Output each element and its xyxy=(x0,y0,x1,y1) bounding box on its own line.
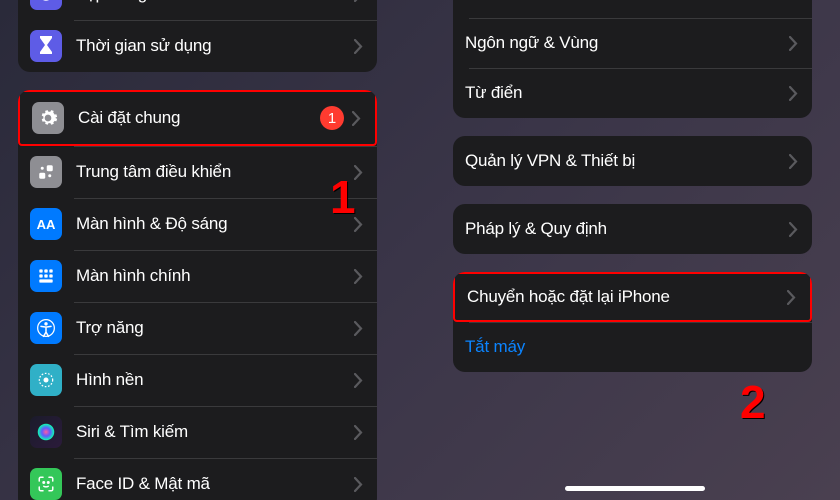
chevron-right-icon xyxy=(354,39,363,54)
row-label: Màn hình & Độ sáng xyxy=(76,214,354,234)
accessibility-icon xyxy=(30,312,62,344)
row-label: Quản lý VPN & Thiết bị xyxy=(465,151,789,171)
chevron-right-icon xyxy=(354,425,363,440)
row-label: Thời gian sử dụng xyxy=(76,36,354,56)
chevron-right-icon xyxy=(354,217,363,232)
focus-icon xyxy=(30,0,62,10)
chevron-right-icon xyxy=(789,154,798,169)
row-man-hinh-chinh[interactable]: Màn hình chính xyxy=(18,250,377,302)
row-tap-trung[interactable]: Tập trung xyxy=(18,0,377,20)
chevron-right-icon xyxy=(354,0,363,2)
display-brightness-icon: AA xyxy=(30,208,62,240)
group-reset: Chuyển hoặc đặt lại iPhone Tắt máy xyxy=(453,272,812,372)
row-trung-tam-dieu-khien[interactable]: Trung tâm điều khiển xyxy=(18,146,377,198)
chevron-right-icon xyxy=(354,165,363,180)
row-tat-may[interactable]: Tắt máy xyxy=(453,322,812,372)
face-id-icon xyxy=(30,468,62,500)
settings-group-general: Cài đặt chung 1 Trung tâm điều khiển AA … xyxy=(18,90,377,500)
row-ngon-ngu-vung[interactable]: Ngôn ngữ & Vùng xyxy=(453,18,812,68)
row-man-hinh-do-sang[interactable]: AA Màn hình & Độ sáng xyxy=(18,198,377,250)
settings-group-focus: Tập trung Thời gian sử dụng xyxy=(18,0,377,72)
row-label: Từ điển xyxy=(465,83,789,103)
chevron-right-icon xyxy=(789,222,798,237)
group-vpn: Quản lý VPN & Thiết bị xyxy=(453,136,812,186)
row-label: Trợ năng xyxy=(76,318,354,338)
row-label: Cài đặt chung xyxy=(78,108,320,128)
row-cai-dat-chung[interactable]: Cài đặt chung 1 xyxy=(18,90,377,146)
row-label: Face ID & Mật mã xyxy=(76,474,354,494)
chevron-right-icon xyxy=(352,111,361,126)
chevron-right-icon xyxy=(354,477,363,492)
row-label: Hình nền xyxy=(76,370,354,390)
row-tro-nang[interactable]: Trợ năng xyxy=(18,302,377,354)
row-chuyen-dat-lai-iphone[interactable]: Chuyển hoặc đặt lại iPhone xyxy=(453,272,812,322)
row-face-id-mat-ma[interactable]: Face ID & Mật mã xyxy=(18,458,377,500)
row-label: Siri & Tìm kiếm xyxy=(76,422,354,442)
group-legal: Pháp lý & Quy định xyxy=(453,204,812,254)
chevron-right-icon xyxy=(354,269,363,284)
row-label: Pháp lý & Quy định xyxy=(465,219,789,239)
home-indicator[interactable] xyxy=(565,486,705,491)
siri-icon xyxy=(30,416,62,448)
row-label: Màn hình chính xyxy=(76,266,354,286)
settings-root-panel: Tập trung Thời gian sử dụng Cài đặt chun… xyxy=(0,0,395,500)
chevron-right-icon xyxy=(789,86,798,101)
row-hinh-nen[interactable]: Hình nền xyxy=(18,354,377,406)
row-tu-dien[interactable]: Từ điển xyxy=(453,68,812,118)
general-settings-panel: Ngôn ngữ & Vùng Từ điển Quản lý VPN & Th… xyxy=(435,0,830,500)
row-quan-ly-vpn[interactable]: Quản lý VPN & Thiết bị xyxy=(453,136,812,186)
row-label: Tắt máy xyxy=(465,337,798,357)
notification-badge: 1 xyxy=(320,106,344,130)
hourglass-icon xyxy=(30,30,62,62)
row-thoi-gian-su-dung[interactable]: Thời gian sử dụng xyxy=(18,20,377,72)
row-label: Trung tâm điều khiển xyxy=(76,162,354,182)
row-phap-ly[interactable]: Pháp lý & Quy định xyxy=(453,204,812,254)
row-label: Tập trung xyxy=(76,0,354,4)
home-screen-icon xyxy=(30,260,62,292)
wallpaper-icon xyxy=(30,364,62,396)
control-center-icon xyxy=(30,156,62,188)
chevron-right-icon xyxy=(354,373,363,388)
row-label: Chuyển hoặc đặt lại iPhone xyxy=(467,287,787,307)
gear-icon xyxy=(32,102,64,134)
row-label: Ngôn ngữ & Vùng xyxy=(465,33,789,53)
chevron-right-icon xyxy=(354,321,363,336)
chevron-right-icon xyxy=(787,290,796,305)
group-language: Ngôn ngữ & Vùng Từ điển xyxy=(453,0,812,118)
row-siri-tim-kiem[interactable]: Siri & Tìm kiếm xyxy=(18,406,377,458)
chevron-right-icon xyxy=(789,36,798,51)
